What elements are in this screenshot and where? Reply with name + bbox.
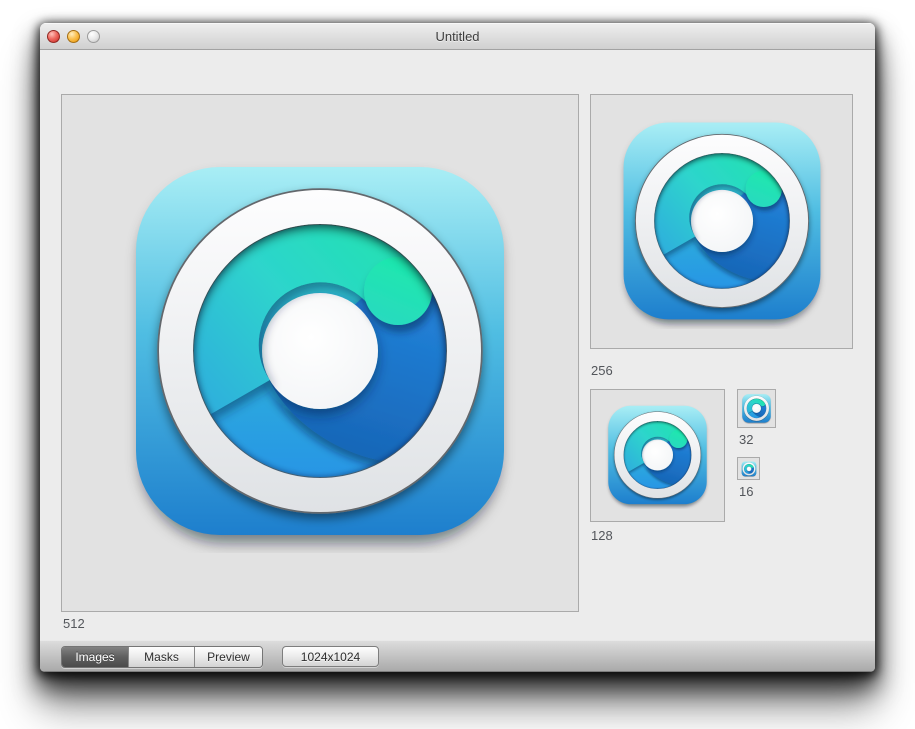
tab-masks[interactable]: Masks [128, 647, 194, 667]
app-window: Untitled 512 256 128 [40, 23, 875, 672]
size-label-512: 512 [63, 616, 85, 631]
app-icon-128-image [604, 402, 711, 509]
window-titlebar[interactable]: Untitled [40, 23, 875, 50]
preview-well-256[interactable] [590, 94, 853, 349]
screenshot-canvas: Untitled 512 256 128 [0, 0, 915, 729]
content-area: 512 256 128 32 [40, 50, 875, 640]
window-title: Untitled [40, 23, 875, 50]
app-icon-16-image [741, 461, 757, 477]
size-label-256: 256 [591, 363, 613, 378]
tab-preview[interactable]: Preview [194, 647, 262, 667]
tab-images[interactable]: Images [62, 647, 128, 667]
size-label-16: 16 [739, 484, 753, 499]
size-label-32: 32 [739, 432, 753, 447]
preview-well-128[interactable] [590, 389, 725, 522]
bottom-toolbar: Images Masks Preview 1024x1024 [40, 640, 875, 672]
preview-well-512[interactable] [61, 94, 579, 612]
app-icon-512-image [120, 153, 520, 553]
app-icon-32-image [741, 393, 772, 424]
preview-well-16[interactable] [737, 457, 760, 480]
app-icon-256-image [615, 115, 829, 329]
size-label-128: 128 [591, 528, 613, 543]
view-segmented-control: Images Masks Preview [61, 646, 263, 668]
preview-well-32[interactable] [737, 389, 776, 428]
size-1024-button[interactable]: 1024x1024 [282, 646, 379, 667]
